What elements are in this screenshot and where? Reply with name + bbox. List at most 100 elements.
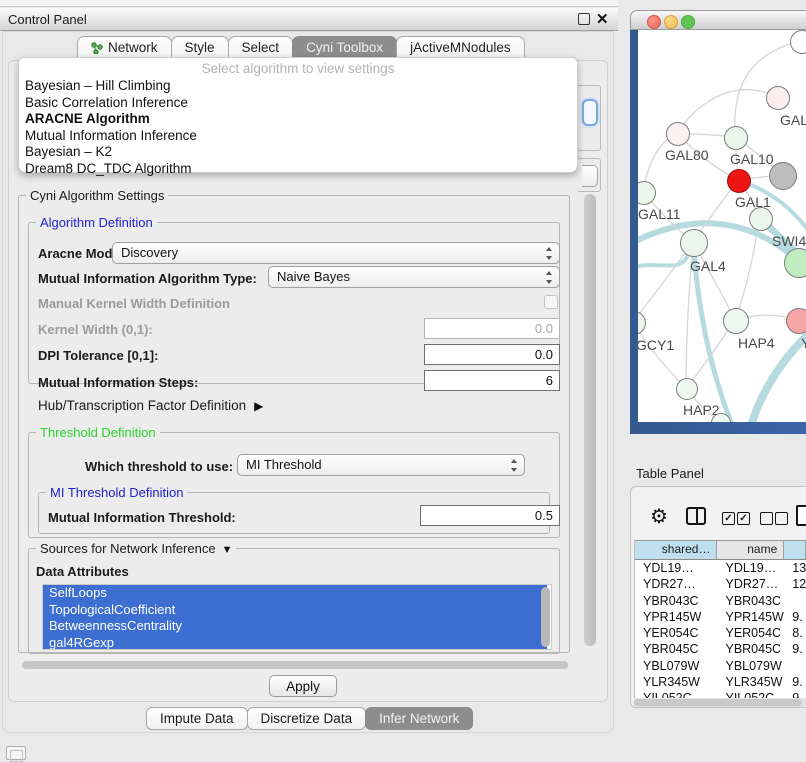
table-row[interactable]: YLR345WYLR345W9. bbox=[635, 674, 806, 690]
window-top-strip bbox=[0, 0, 618, 7]
aracne-mode-combo[interactable]: Discovery bbox=[112, 242, 560, 264]
algorithm-dropdown-placeholder: Select algorithm to view settings bbox=[19, 61, 577, 76]
table-cell: 9. bbox=[784, 609, 806, 625]
obscured-focused-combo-fragment bbox=[582, 99, 598, 126]
attribute-item-betweennesscentrality[interactable]: BetweennessCentrality bbox=[43, 618, 547, 635]
table-cell: YBR045C bbox=[635, 641, 717, 657]
node-label-gal: GAL bbox=[780, 112, 806, 128]
screen: Control Panel ✕ NetworkStyleSelectCyni T… bbox=[0, 0, 806, 762]
network-node-gal10[interactable] bbox=[724, 126, 748, 150]
table-row[interactable]: YDL19…YDL19…13 bbox=[635, 560, 806, 576]
sources-expander[interactable]: Sources for Network Inference▼ bbox=[36, 541, 236, 556]
select-all-checkbox-icon[interactable]: ✓ bbox=[737, 512, 750, 525]
table-row[interactable]: YER054CYER054C8. bbox=[635, 625, 806, 641]
tab-discretize-data[interactable]: Discretize Data bbox=[247, 707, 367, 730]
kernel-width-label: Kernel Width (0,1): bbox=[38, 322, 153, 337]
tab-network[interactable]: Network bbox=[77, 36, 172, 59]
cyni-bottom-tabbar: Impute DataDiscretize DataInfer Network bbox=[147, 707, 473, 730]
combo-spinner-icon bbox=[545, 247, 554, 261]
sources-title: Sources for Network Inference bbox=[40, 541, 216, 556]
attributes-list-scrollbar[interactable] bbox=[541, 587, 550, 647]
network-canvas[interactable]: GALGAL80GAL10GAL1GAL11SWI4GAL4GCY1HAP4YH… bbox=[638, 30, 806, 422]
close-icon[interactable]: ✕ bbox=[596, 8, 609, 31]
algorithm-option-aracne-algorithm[interactable]: ARACNE Algorithm bbox=[23, 111, 575, 127]
column-header-name[interactable]: name bbox=[717, 541, 784, 559]
float-icon[interactable] bbox=[578, 13, 590, 25]
network-node-y[interactable] bbox=[786, 308, 806, 334]
node-label-hap4: HAP4 bbox=[738, 335, 775, 351]
table-cell: YIL052C bbox=[717, 690, 784, 698]
network-node[interactable] bbox=[784, 248, 806, 278]
column-header-cut[interactable] bbox=[784, 541, 806, 559]
table-cell: YBL079W bbox=[635, 658, 717, 674]
hub-transcription-factor-expander[interactable]: Hub/Transcription Factor Definition▶ bbox=[38, 398, 263, 413]
column-header-shared[interactable]: shared… bbox=[635, 541, 717, 559]
settings-horizontal-scrollbar-thumb[interactable] bbox=[22, 661, 568, 669]
expander-collapsed-icon: ▶ bbox=[254, 399, 263, 413]
table-row[interactable]: YDR27…YDR27…12 bbox=[635, 576, 806, 592]
network-node[interactable] bbox=[769, 162, 797, 190]
network-node-gal[interactable] bbox=[766, 86, 790, 110]
tab-select[interactable]: Select bbox=[228, 36, 294, 59]
select-all-checkbox-icon[interactable]: ✓ bbox=[722, 512, 735, 525]
tab-impute-data[interactable]: Impute Data bbox=[146, 707, 248, 730]
settings-gear-icon[interactable]: ⚙ bbox=[650, 504, 668, 529]
minimize-traffic-light[interactable] bbox=[664, 15, 678, 29]
table-row[interactable]: YBR043CYBR043C bbox=[635, 593, 806, 609]
manual-kernel-width-checkbox[interactable] bbox=[544, 295, 558, 309]
mi-algorithm-type-combo[interactable]: Naive Bayes bbox=[268, 266, 560, 288]
settings-vertical-scrollbar-thumb[interactable] bbox=[584, 194, 596, 646]
kernel-width-field[interactable]: 0.0 bbox=[424, 318, 560, 339]
which-threshold-label: Which threshold to use: bbox=[85, 459, 233, 474]
document-icon[interactable] bbox=[796, 505, 806, 526]
network-node-gal80[interactable] bbox=[666, 122, 690, 146]
algorithm-option-basic-correlation-inference[interactable]: Basic Correlation Inference bbox=[23, 95, 575, 111]
attribute-item-topologicalcoefficient[interactable]: TopologicalCoefficient bbox=[43, 602, 547, 619]
network-node-gal1[interactable] bbox=[727, 169, 751, 193]
zoom-traffic-light[interactable] bbox=[681, 15, 695, 29]
table-horizontal-scrollbar-thumb[interactable] bbox=[634, 699, 802, 706]
algorithm-option-bayesian-hill-climbing[interactable]: Bayesian – Hill Climbing bbox=[23, 78, 575, 94]
table-horizontal-scrollbar[interactable] bbox=[633, 698, 806, 707]
close-traffic-light[interactable] bbox=[647, 15, 661, 29]
mi-threshold-field[interactable]: 0.5 bbox=[420, 505, 560, 526]
tab-style[interactable]: Style bbox=[171, 36, 229, 59]
table-row[interactable]: YPR145WYPR145W9. bbox=[635, 609, 806, 625]
apply-button[interactable]: Apply bbox=[269, 675, 337, 697]
attribute-item-selfloops[interactable]: SelfLoops bbox=[43, 585, 547, 602]
network-node-hap4[interactable] bbox=[723, 308, 749, 334]
table-row[interactable]: YIL052CYIL052C9 bbox=[635, 690, 806, 698]
node-label-gal10: GAL10 bbox=[730, 151, 774, 167]
network-node-swi4[interactable] bbox=[749, 207, 773, 231]
mi-steps-field[interactable]: 6 bbox=[424, 370, 560, 391]
table-cell: YER054C bbox=[635, 625, 717, 641]
table-cell: 13 bbox=[784, 560, 806, 576]
dpi-tolerance-field[interactable]: 0.0 bbox=[424, 344, 560, 365]
floating-panel-icon[interactable] bbox=[6, 746, 26, 760]
which-threshold-combo[interactable]: MI Threshold bbox=[237, 454, 525, 476]
table-cell: YLR345W bbox=[717, 674, 784, 690]
deselect-checkbox-icon[interactable] bbox=[760, 512, 773, 525]
network-tab-icon bbox=[91, 42, 103, 54]
algorithm-option-mutual-information-inference[interactable]: Mutual Information Inference bbox=[23, 128, 575, 144]
tab-label: Cyni Toolbox bbox=[306, 37, 383, 58]
table-row[interactable]: YBR045CYBR045C9. bbox=[635, 641, 806, 657]
dpi-tolerance-label: DPI Tolerance [0,1]: bbox=[38, 348, 158, 363]
algorithm-option-dream8-dc-tdc-algorithm[interactable]: Dream8 DC_TDC Algorithm bbox=[23, 161, 575, 177]
table-row[interactable]: YBL079WYBL079W bbox=[635, 658, 806, 674]
algorithm-dropdown[interactable]: Select algorithm to view settings Bayesi… bbox=[18, 57, 578, 173]
network-node-hap2[interactable] bbox=[676, 378, 698, 400]
data-attributes-list: SelfLoopsTopologicalCoefficientBetweenne… bbox=[42, 584, 552, 650]
split-columns-icon[interactable] bbox=[686, 507, 706, 525]
table-header-row: shared…name bbox=[635, 540, 806, 560]
tab-infer-network[interactable]: Infer Network bbox=[365, 707, 473, 730]
attribute-item-gal4rgexp[interactable]: gal4RGexp bbox=[43, 635, 547, 651]
tab-cyni-toolbox[interactable]: Cyni Toolbox bbox=[292, 36, 397, 59]
table-cell: YBR045C bbox=[717, 641, 784, 657]
algorithm-option-bayesian-k2[interactable]: Bayesian – K2 bbox=[23, 144, 575, 160]
deselect-checkbox-icon[interactable] bbox=[775, 512, 788, 525]
tab-jactivemnodules[interactable]: jActiveMNodules bbox=[396, 36, 525, 59]
table-cell: YPR145W bbox=[635, 609, 717, 625]
network-node-gal4[interactable] bbox=[680, 229, 708, 257]
table-cell: YER054C bbox=[717, 625, 784, 641]
